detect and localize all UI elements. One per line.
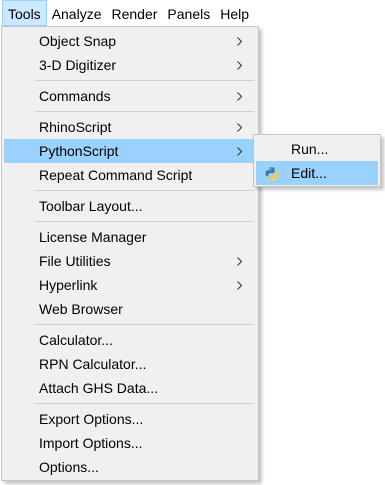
menu-item-label: Repeat Command Script bbox=[39, 167, 193, 183]
menu-item-attach-ghs-data[interactable]: Attach GHS Data... bbox=[4, 376, 256, 400]
menu-item-label: File Utilities bbox=[39, 253, 111, 269]
menu-item-export-options[interactable]: Export Options... bbox=[4, 407, 256, 431]
menu-item-file-utilities[interactable]: File Utilities bbox=[4, 249, 256, 273]
menu-bar: Tools Analyze Render Panels Help bbox=[0, 0, 385, 26]
chevron-right-icon bbox=[234, 84, 244, 108]
menu-separator bbox=[4, 218, 256, 225]
menu-analyze[interactable]: Analyze bbox=[47, 0, 107, 26]
menu-render[interactable]: Render bbox=[107, 0, 163, 26]
menu-item-rhinoscript[interactable]: RhinoScript bbox=[4, 115, 256, 139]
menu-item-rpn-calculator[interactable]: RPN Calculator... bbox=[4, 352, 256, 376]
chevron-right-icon bbox=[234, 273, 244, 297]
pythonscript-submenu: Run... Edit... bbox=[253, 134, 381, 187]
menu-help[interactable]: Help bbox=[215, 0, 254, 26]
submenu-item-edit[interactable]: Edit... bbox=[256, 161, 378, 185]
menu-item-options[interactable]: Options... bbox=[4, 455, 256, 479]
chevron-right-icon bbox=[234, 115, 244, 139]
menu-item-label: RhinoScript bbox=[39, 119, 112, 135]
menu-item-web-browser[interactable]: Web Browser bbox=[4, 297, 256, 321]
menu-item-repeat-command-script[interactable]: Repeat Command Script bbox=[4, 163, 256, 187]
menu-item-label: Web Browser bbox=[39, 301, 123, 317]
menu-item-label: Run... bbox=[291, 141, 329, 157]
chevron-right-icon bbox=[234, 53, 244, 77]
menu-item-hyperlink[interactable]: Hyperlink bbox=[4, 273, 256, 297]
chevron-right-icon bbox=[234, 139, 244, 163]
menu-item-label: Calculator... bbox=[39, 332, 113, 348]
menu-item-label: Hyperlink bbox=[39, 277, 98, 293]
menu-item-label: License Manager bbox=[39, 229, 147, 245]
menu-item-label: RPN Calculator... bbox=[39, 356, 147, 372]
menu-item-label: Options... bbox=[39, 459, 99, 475]
menu-separator bbox=[4, 400, 256, 407]
menu-item-license-manager[interactable]: License Manager bbox=[4, 225, 256, 249]
python-icon bbox=[264, 165, 280, 181]
menu-item-pythonscript[interactable]: PythonScript bbox=[4, 139, 256, 163]
menu-item-label: Export Options... bbox=[39, 411, 144, 427]
menu-item-object-snap[interactable]: Object Snap bbox=[4, 29, 256, 53]
menu-separator bbox=[4, 77, 256, 84]
menu-item-calculator[interactable]: Calculator... bbox=[4, 328, 256, 352]
menu-item-label: Object Snap bbox=[39, 33, 117, 49]
menu-panels[interactable]: Panels bbox=[162, 0, 215, 26]
tools-dropdown-menu: Object Snap 3-D Digitizer Commands Rhino… bbox=[1, 26, 259, 481]
menu-item-label: Import Options... bbox=[39, 435, 143, 451]
menu-item-3d-digitizer[interactable]: 3-D Digitizer bbox=[4, 53, 256, 77]
menu-item-label: Attach GHS Data... bbox=[39, 380, 159, 396]
chevron-right-icon bbox=[234, 29, 244, 53]
menu-item-toolbar-layout[interactable]: Toolbar Layout... bbox=[4, 194, 256, 218]
menu-separator bbox=[4, 187, 256, 194]
menu-item-label: 3-D Digitizer bbox=[39, 57, 117, 73]
chevron-right-icon bbox=[234, 249, 244, 273]
menu-item-commands[interactable]: Commands bbox=[4, 84, 256, 108]
menu-item-label: Commands bbox=[39, 88, 111, 104]
menu-item-label: PythonScript bbox=[39, 143, 119, 159]
menu-item-import-options[interactable]: Import Options... bbox=[4, 431, 256, 455]
menu-separator bbox=[4, 321, 256, 328]
menu-item-label: Edit... bbox=[291, 165, 327, 181]
menu-tools[interactable]: Tools bbox=[2, 0, 47, 26]
menu-separator bbox=[4, 108, 256, 115]
menu-item-label: Toolbar Layout... bbox=[39, 198, 143, 214]
submenu-item-run[interactable]: Run... bbox=[256, 137, 378, 161]
